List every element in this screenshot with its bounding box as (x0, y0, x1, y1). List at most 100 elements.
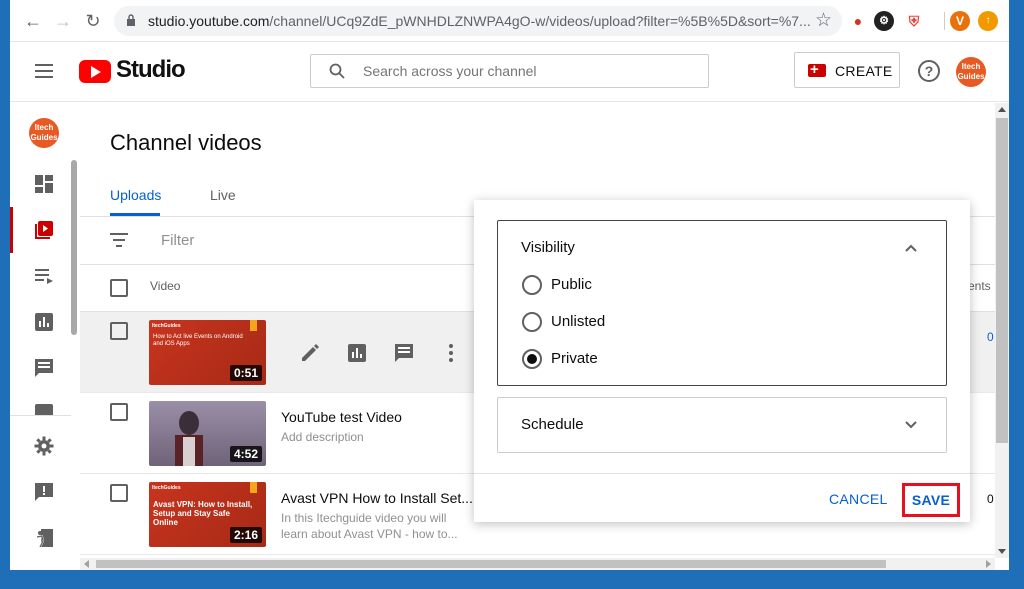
comment-count[interactable]: 0 (987, 492, 994, 506)
schedule-section[interactable]: Schedule (497, 397, 947, 453)
reload-icon[interactable]: ↻ (82, 10, 104, 32)
radio-button[interactable] (522, 312, 542, 332)
edit-pencil-icon[interactable] (299, 342, 321, 364)
column-header-comments: ents (968, 279, 991, 293)
videos-icon (35, 221, 53, 239)
column-header-video: Video (150, 279, 181, 293)
save-button[interactable]: SAVE (902, 483, 960, 517)
help-icon[interactable]: ? (918, 60, 940, 82)
scrollbar-thumb[interactable] (996, 118, 1008, 443)
filter-input[interactable]: Filter (161, 232, 194, 249)
address-bar[interactable]: studio.youtube.com/channel/UCq9ZdE_pWNHD… (114, 6, 842, 36)
radio-button[interactable] (522, 275, 542, 295)
tab-uploads[interactable]: Uploads (110, 187, 161, 203)
video-duration: 2:16 (229, 527, 262, 543)
video-thumbnail[interactable]: ItechGuides How to Act live Events on An… (149, 320, 266, 385)
sidebar-item-feedback[interactable] (10, 469, 71, 515)
search-box[interactable] (310, 54, 709, 88)
row-checkbox[interactable] (110, 403, 128, 421)
url-host: studio.youtube.com (148, 13, 270, 29)
account-avatar[interactable]: Itech Guides (956, 57, 986, 87)
thumbnail-text: How to Act live Events on Android and iO… (153, 334, 243, 347)
search-input[interactable] (363, 63, 683, 79)
video-title[interactable]: Avast VPN How to Install Set... (281, 490, 473, 506)
video-thumbnail[interactable]: 4:52 (149, 401, 266, 466)
scrollbar-thumb[interactable] (96, 560, 886, 568)
sidebar-item-videos[interactable] (10, 207, 71, 253)
row-checkbox[interactable] (110, 322, 128, 340)
select-all-checkbox[interactable] (110, 279, 128, 297)
analytics-icon (35, 313, 53, 331)
horizontal-scrollbar[interactable] (80, 558, 995, 570)
cancel-button[interactable]: CANCEL (829, 491, 888, 507)
create-label: CREATE (835, 63, 893, 79)
video-description: In this Itechguide video you will learn … (281, 511, 458, 541)
sidebar-item-classic-studio[interactable] (10, 515, 71, 561)
tab-live[interactable]: Live (210, 187, 236, 203)
row-checkbox[interactable] (110, 484, 128, 502)
analytics-icon[interactable] (346, 342, 368, 364)
sidebar: Itech Guides (10, 103, 80, 570)
thumbnail-tag (250, 482, 257, 493)
bookmark-star-icon[interactable]: ☆ (815, 9, 832, 32)
page-title: Channel videos (110, 130, 262, 155)
visibility-title[interactable]: Visibility (521, 239, 575, 256)
sidebar-item-settings[interactable] (10, 423, 71, 469)
sidebar-item-subtitles[interactable] (10, 391, 71, 415)
create-video-icon (808, 61, 826, 78)
forward-arrow-icon[interactable]: → (52, 10, 74, 32)
comments-icon (35, 359, 53, 377)
filter-icon[interactable] (110, 233, 128, 247)
vertical-scrollbar[interactable] (995, 103, 1009, 558)
main-content: Channel videos Uploads Live Filter Video… (80, 103, 995, 558)
toolbar-separator (944, 12, 945, 30)
url-text: studio.youtube.com/channel/UCq9ZdE_pWNHD… (148, 13, 811, 29)
sidebar-item-dashboard[interactable] (10, 161, 71, 207)
thumbnail-brand: ItechGuides (152, 323, 181, 329)
sidebar-item-analytics[interactable] (10, 299, 71, 345)
search-icon (329, 63, 345, 79)
gear-icon (34, 436, 54, 456)
schedule-title: Schedule (521, 416, 584, 433)
lock-icon (127, 14, 135, 26)
exit-icon (36, 529, 53, 548)
url-path: /channel/UCq9ZdE_pWNHDLZNWPA4gO-w/videos… (269, 13, 811, 29)
scroll-down-arrow-icon[interactable] (998, 549, 1006, 554)
sidebar-item-playlists[interactable] (10, 253, 71, 299)
scroll-right-arrow-icon[interactable] (986, 560, 991, 568)
studio-logo-text[interactable]: Studio (116, 56, 186, 84)
profile-avatar[interactable]: V (950, 11, 970, 31)
radio-label: Private (551, 350, 598, 367)
browser-toolbar: ← → ↻ studio.youtube.com/channel/UCq9ZdE… (10, 0, 1009, 42)
video-thumbnail[interactable]: ItechGuides Avast VPN: How to Install, S… (149, 482, 266, 547)
menu-icon[interactable] (35, 64, 53, 78)
channel-avatar[interactable]: Itech Guides (29, 118, 59, 148)
extension-icon-red[interactable]: ● (848, 11, 868, 31)
back-arrow-icon[interactable]: ← (22, 10, 44, 32)
youtube-logo-icon[interactable] (79, 60, 111, 83)
sidebar-item-comments[interactable] (10, 345, 71, 391)
thumbnail-tag (250, 320, 257, 331)
browser-window: ← → ↻ studio.youtube.com/channel/UCq9ZdE… (10, 0, 1009, 570)
comment-count[interactable]: 0 (987, 330, 994, 344)
more-options-icon[interactable] (440, 342, 462, 364)
extension-icon-dark[interactable]: ⚙ (874, 11, 894, 31)
extension-shield-icon[interactable]: ⛨ (904, 11, 924, 31)
scroll-up-arrow-icon[interactable] (998, 107, 1006, 112)
update-icon[interactable]: ↑ (978, 11, 998, 31)
subtitles-icon (35, 404, 53, 415)
thumbnail-brand: ItechGuides (152, 485, 181, 491)
sidebar-scrollbar[interactable] (71, 160, 77, 335)
video-duration: 0:51 (229, 365, 262, 381)
video-title[interactable]: YouTube test Video (281, 409, 402, 425)
create-button[interactable]: CREATE (794, 52, 900, 88)
dialog-divider (474, 473, 970, 474)
chevron-down-icon[interactable] (905, 421, 917, 429)
radio-button-selected[interactable] (522, 349, 542, 369)
scroll-left-arrow-icon[interactable] (84, 560, 89, 568)
radio-label: Public (551, 276, 592, 293)
comments-icon[interactable] (393, 342, 415, 364)
video-duration: 4:52 (229, 446, 262, 462)
chevron-up-icon[interactable] (905, 244, 917, 252)
thumbnail-text: Avast VPN: How to Install, Setup and Sta… (153, 500, 253, 527)
